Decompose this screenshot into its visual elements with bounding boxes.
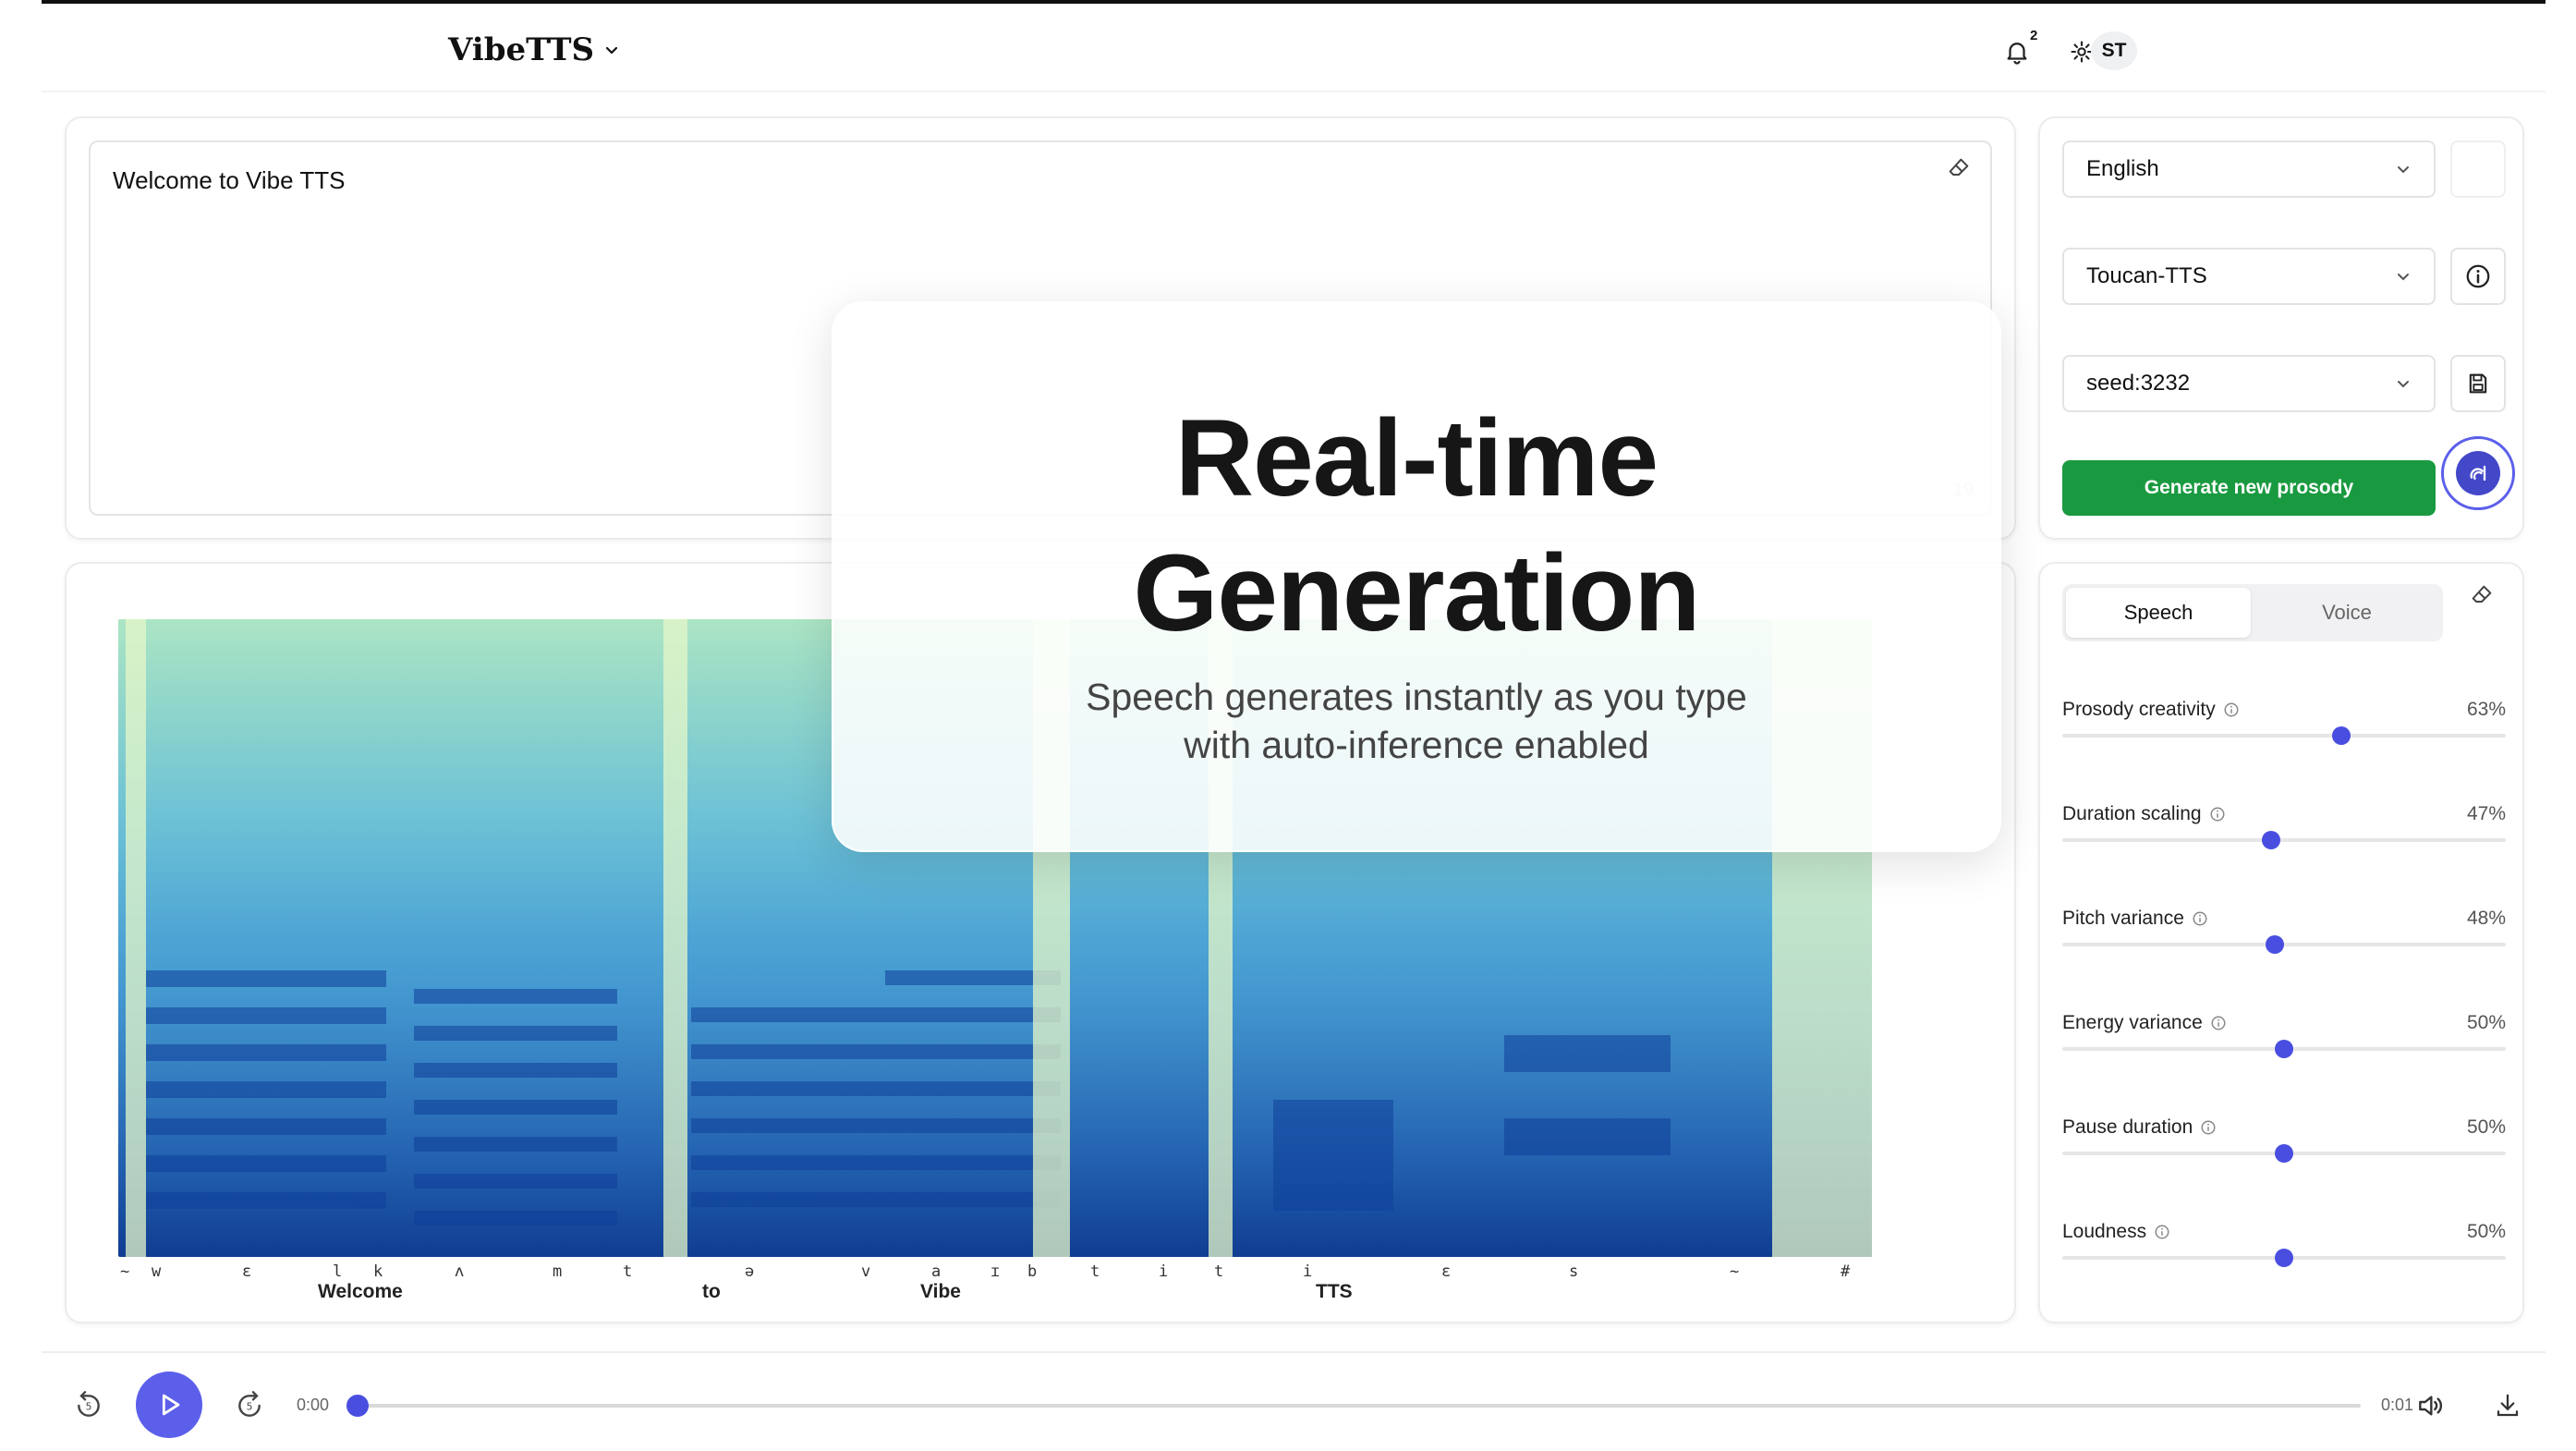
word-label: to	[702, 1281, 721, 1302]
mode-tabs: Speech Voice	[2062, 584, 2443, 641]
seek-thumb[interactable]	[346, 1395, 369, 1417]
param-label: Pitch variance	[2062, 908, 2208, 930]
clear-text-button[interactable]	[1946, 155, 1974, 183]
auto-inference-indicator	[2456, 451, 2500, 495]
param-pause-duration: Pause duration 50%	[2062, 1116, 2506, 1190]
volume-icon	[2419, 1396, 2442, 1416]
param-loudness: Loudness 50%	[2062, 1221, 2506, 1295]
param-value: 48%	[2466, 908, 2506, 929]
play-icon	[162, 1394, 180, 1416]
model-select[interactable]: Toucan-TTS	[2062, 248, 2436, 305]
forward-5-icon: 5	[238, 1391, 261, 1417]
param-label-text: Prosody creativity	[2062, 699, 2216, 720]
param-duration-scaling: Duration scaling 47%	[2062, 803, 2506, 877]
slider-thumb[interactable]	[2275, 1144, 2293, 1163]
save-icon	[2469, 373, 2487, 394]
param-label: Prosody creativity	[2062, 699, 2240, 721]
overlay-subtitle: Speech generates instantly as you type w…	[1086, 676, 1747, 766]
generate-prosody-button[interactable]: Generate new prosody	[2062, 460, 2436, 516]
eraser-icon	[1949, 158, 1969, 176]
param-label-text: Loudness	[2062, 1221, 2147, 1242]
word-label: TTS	[1316, 1281, 1353, 1302]
play-button[interactable]	[136, 1372, 202, 1438]
wave-icon	[2470, 465, 2486, 482]
info-icon[interactable]	[2200, 1119, 2217, 1136]
seed-value: seed:3232	[2086, 371, 2191, 396]
param-label-text: Pause duration	[2062, 1116, 2193, 1138]
word-label: Welcome	[318, 1281, 403, 1302]
current-time: 0:00	[297, 1396, 330, 1414]
rewind-5-icon: 5	[78, 1391, 100, 1417]
info-icon[interactable]	[2192, 910, 2208, 927]
model-info-button[interactable]	[2450, 248, 2506, 305]
notification-count: 2	[2030, 28, 2038, 43]
chevron-down-icon	[2398, 381, 2409, 388]
feature-announcement-overlay: Real-time Generation Speech generates in…	[832, 301, 2001, 852]
volume-button[interactable]	[2414, 1390, 2446, 1421]
rewind-button[interactable]: 5	[73, 1390, 104, 1421]
info-icon[interactable]	[2223, 701, 2240, 718]
language-select[interactable]: English	[2062, 140, 2436, 198]
forward-button[interactable]: 5	[234, 1390, 265, 1421]
brand-name: VibeTTS	[448, 31, 595, 68]
model-value: Toucan-TTS	[2086, 263, 2207, 288]
reset-params-button[interactable]	[2469, 582, 2497, 610]
param-energy-variance: Energy variance 50%	[2062, 1012, 2506, 1086]
param-label: Loudness	[2062, 1221, 2170, 1243]
svg-text:5: 5	[247, 1401, 253, 1413]
slider-thumb[interactable]	[2261, 831, 2280, 849]
param-label-text: Duration scaling	[2062, 803, 2202, 824]
seed-select[interactable]: seed:3232	[2062, 355, 2436, 412]
param-value: 47%	[2466, 803, 2506, 824]
download-button[interactable]	[2492, 1390, 2523, 1421]
overlay-title: Real-time Generation	[1133, 397, 1701, 654]
word-row: Welcome to Vibe TTS	[118, 1275, 1872, 1303]
info-icon[interactable]	[2210, 1015, 2227, 1031]
slider-thumb[interactable]	[2266, 935, 2285, 954]
model-controls-card: English Toucan-TTS seed:3232 Generate ne…	[2038, 116, 2524, 540]
param-label: Pause duration	[2062, 1116, 2217, 1139]
chevron-down-icon	[2398, 274, 2409, 281]
info-icon	[2466, 264, 2490, 288]
info-icon[interactable]	[2154, 1224, 2170, 1240]
slider-thumb[interactable]	[2275, 1249, 2293, 1267]
user-avatar[interactable]: ST	[2091, 31, 2137, 70]
seek-bar[interactable]	[346, 1395, 2361, 1417]
language-value: English	[2086, 156, 2159, 181]
prosody-params-card: Speech Voice Prosody creativity 63% Dura…	[2038, 562, 2524, 1323]
eraser-icon	[2472, 585, 2492, 603]
bell-icon	[2007, 43, 2027, 65]
download-icon	[2497, 1394, 2519, 1417]
slider-thumb[interactable]	[2275, 1040, 2293, 1058]
chevron-down-icon	[2398, 166, 2409, 174]
param-label: Duration scaling	[2062, 803, 2226, 825]
brand-menu[interactable]: VibeTTS	[448, 31, 620, 68]
slider-track[interactable]	[2062, 838, 2506, 842]
auto-inference-button[interactable]	[2441, 436, 2515, 510]
param-label: Energy variance	[2062, 1012, 2227, 1034]
duration: 0:01	[2381, 1396, 2414, 1414]
tab-speech[interactable]: Speech	[2066, 588, 2251, 638]
param-label-text: Pitch variance	[2062, 908, 2184, 929]
param-prosody-creativity: Prosody creativity 63%	[2062, 699, 2506, 773]
param-pitch-variance: Pitch variance 48%	[2062, 908, 2506, 982]
language-extra-button[interactable]	[2450, 140, 2506, 198]
param-value: 63%	[2466, 699, 2506, 720]
word-label: Vibe	[920, 1281, 961, 1302]
slider-track[interactable]	[2062, 734, 2506, 738]
editor-text: Welcome to Vibe TTS	[113, 166, 346, 194]
audio-player: 5 5 0:00 0:01	[42, 1351, 2546, 1451]
slider-thumb[interactable]	[2332, 726, 2351, 745]
tab-voice[interactable]: Voice	[2254, 588, 2439, 638]
app-header: VibeTTS 2 ST	[42, 4, 2546, 92]
param-value: 50%	[2466, 1116, 2506, 1138]
chevron-down-icon	[605, 46, 618, 55]
info-icon[interactable]	[2209, 806, 2226, 823]
param-value: 50%	[2466, 1012, 2506, 1033]
param-label-text: Energy variance	[2062, 1012, 2203, 1033]
svg-text:5: 5	[86, 1401, 92, 1413]
param-value: 50%	[2466, 1221, 2506, 1242]
save-seed-button[interactable]	[2450, 355, 2506, 412]
